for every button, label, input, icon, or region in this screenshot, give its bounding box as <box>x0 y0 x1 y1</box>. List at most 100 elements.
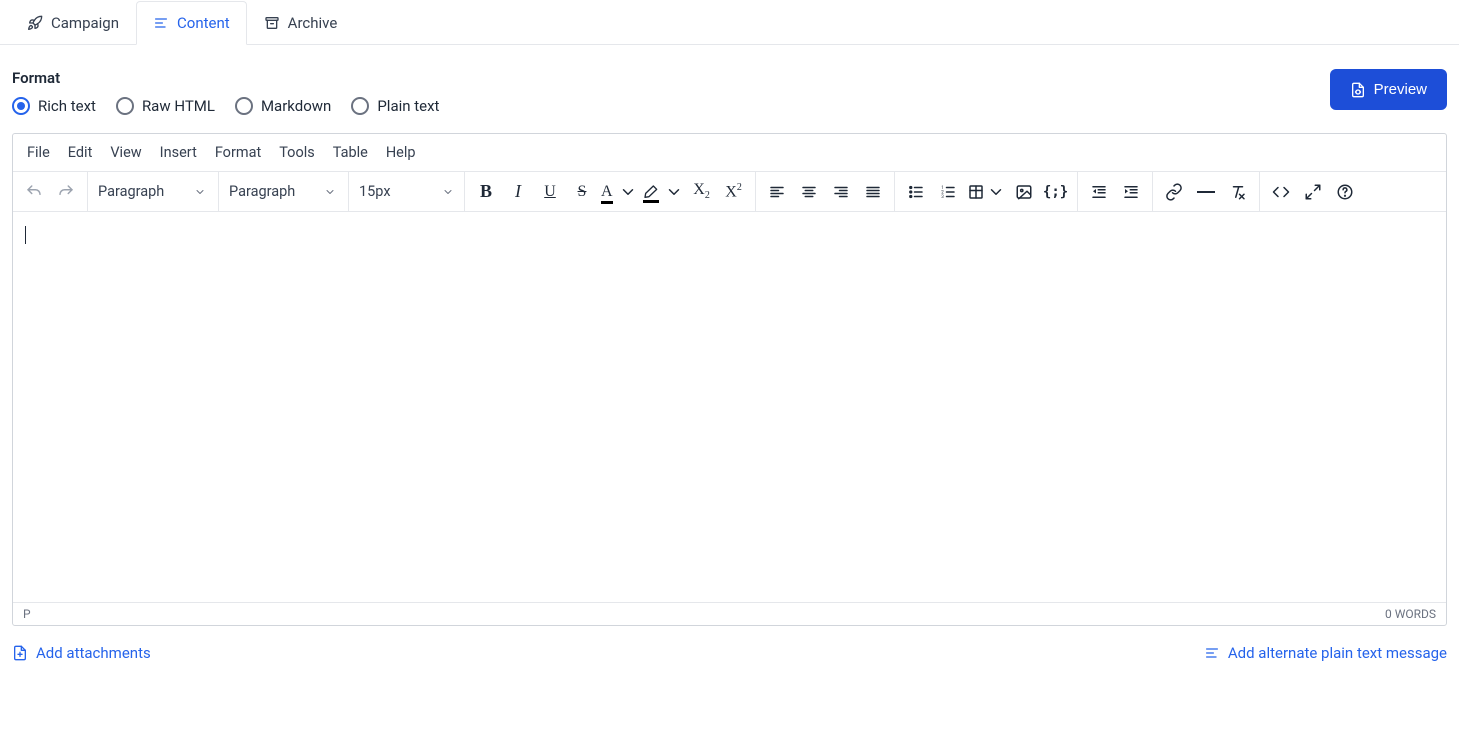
editor-toolbar: Paragraph Paragraph 15px B I U S <box>13 172 1446 212</box>
redo-icon <box>57 183 75 201</box>
subscript-button[interactable]: X2 <box>687 177 717 207</box>
add-attachments-button[interactable]: Add attachments <box>12 644 151 662</box>
code-icon <box>1272 183 1290 201</box>
block-format-value: Paragraph <box>98 183 164 200</box>
chevron-down-icon <box>194 186 206 198</box>
indent-icon <box>1122 183 1140 201</box>
menu-help[interactable]: Help <box>386 144 416 161</box>
text-color-button[interactable]: A <box>599 177 639 207</box>
menu-table[interactable]: Table <box>333 144 368 161</box>
bullet-list-button[interactable] <box>901 177 931 207</box>
chevron-down-icon <box>987 183 1005 201</box>
block-format-select[interactable]: Paragraph <box>88 172 216 211</box>
table-button[interactable] <box>965 177 1007 207</box>
numbered-list-button[interactable]: 123 <box>933 177 963 207</box>
radio-circle-icon <box>116 97 134 115</box>
align-justify-button[interactable] <box>858 177 888 207</box>
add-alt-text-button[interactable]: Add alternate plain text message <box>1204 644 1447 662</box>
menu-insert[interactable]: Insert <box>160 144 197 161</box>
rocket-icon <box>27 15 43 31</box>
horizontal-rule-icon <box>1197 191 1215 193</box>
help-button[interactable] <box>1330 177 1360 207</box>
code-sample-button[interactable]: {;} <box>1041 177 1071 207</box>
link-icon <box>1165 183 1183 201</box>
menu-format[interactable]: Format <box>215 144 261 161</box>
bullet-list-icon <box>907 183 925 201</box>
fullscreen-icon <box>1304 183 1322 201</box>
format-label: Format <box>12 69 439 87</box>
indent-button[interactable] <box>1116 177 1146 207</box>
style-format-select[interactable]: Paragraph <box>218 172 346 211</box>
menu-view[interactable]: View <box>110 144 141 161</box>
text-color-icon: A <box>601 183 613 201</box>
text-lines-icon <box>1204 645 1220 661</box>
superscript-icon: X2 <box>725 182 742 201</box>
highlighter-icon <box>643 184 659 200</box>
preview-button[interactable]: Preview <box>1330 69 1447 110</box>
main-tabs: Campaign Content Archive <box>0 0 1459 45</box>
strikethrough-button[interactable]: S <box>567 177 597 207</box>
bold-button[interactable]: B <box>471 177 501 207</box>
undo-button[interactable] <box>19 177 49 207</box>
radio-markdown[interactable]: Markdown <box>235 97 331 115</box>
radio-rich-text-label: Rich text <box>38 97 96 115</box>
radio-plain-text[interactable]: Plain text <box>351 97 439 115</box>
redo-button[interactable] <box>51 177 81 207</box>
word-count: 0 WORDS <box>1385 607 1436 621</box>
archive-icon <box>264 15 280 31</box>
align-right-icon <box>832 183 850 201</box>
undo-icon <box>25 183 43 201</box>
tab-campaign[interactable]: Campaign <box>10 1 136 45</box>
style-format-value: Paragraph <box>229 183 295 200</box>
italic-icon: I <box>515 181 521 202</box>
format-radio-group: Rich text Raw HTML Markdown Plain text <box>12 97 439 115</box>
fullscreen-button[interactable] <box>1298 177 1328 207</box>
tab-campaign-label: Campaign <box>51 14 119 32</box>
radio-rich-text[interactable]: Rich text <box>12 97 96 115</box>
image-button[interactable] <box>1009 177 1039 207</box>
underline-icon: U <box>544 183 556 201</box>
align-center-button[interactable] <box>794 177 824 207</box>
highlight-color-button[interactable] <box>641 177 685 207</box>
menu-tools[interactable]: Tools <box>279 144 315 161</box>
chevron-down-icon <box>665 183 683 201</box>
bold-icon: B <box>480 181 492 202</box>
radio-raw-html[interactable]: Raw HTML <box>116 97 215 115</box>
align-right-button[interactable] <box>826 177 856 207</box>
radio-circle-icon <box>235 97 253 115</box>
menu-edit[interactable]: Edit <box>68 144 93 161</box>
preview-button-label: Preview <box>1374 81 1427 98</box>
text-caret <box>25 226 26 244</box>
table-icon <box>967 183 985 201</box>
subscript-icon: X2 <box>693 181 710 201</box>
tab-archive-label: Archive <box>288 14 338 32</box>
radio-circle-icon <box>12 97 30 115</box>
link-button[interactable] <box>1159 177 1189 207</box>
help-icon <box>1336 183 1354 201</box>
radio-raw-html-label: Raw HTML <box>142 97 215 115</box>
strikethrough-icon: S <box>578 183 587 201</box>
font-size-select[interactable]: 15px <box>348 172 464 211</box>
chevron-down-icon <box>619 183 637 201</box>
image-icon <box>1015 183 1033 201</box>
attachment-icon <box>12 645 28 661</box>
tab-archive[interactable]: Archive <box>247 1 355 45</box>
superscript-button[interactable]: X2 <box>719 177 749 207</box>
tab-content-label: Content <box>177 14 230 32</box>
element-path[interactable]: P <box>23 607 31 621</box>
editor-content-area[interactable] <box>13 212 1446 602</box>
align-center-icon <box>800 183 818 201</box>
align-left-button[interactable] <box>762 177 792 207</box>
horizontal-rule-button[interactable] <box>1191 177 1221 207</box>
menu-file[interactable]: File <box>27 144 50 161</box>
code-braces-icon: {;} <box>1043 184 1068 200</box>
tab-content[interactable]: Content <box>136 1 247 45</box>
italic-button[interactable]: I <box>503 177 533 207</box>
clear-format-icon <box>1229 183 1247 201</box>
underline-button[interactable]: U <box>535 177 565 207</box>
numbered-list-icon: 123 <box>939 183 957 201</box>
chevron-down-icon <box>442 186 454 198</box>
outdent-button[interactable] <box>1084 177 1114 207</box>
clear-format-button[interactable] <box>1223 177 1253 207</box>
source-code-button[interactable] <box>1266 177 1296 207</box>
